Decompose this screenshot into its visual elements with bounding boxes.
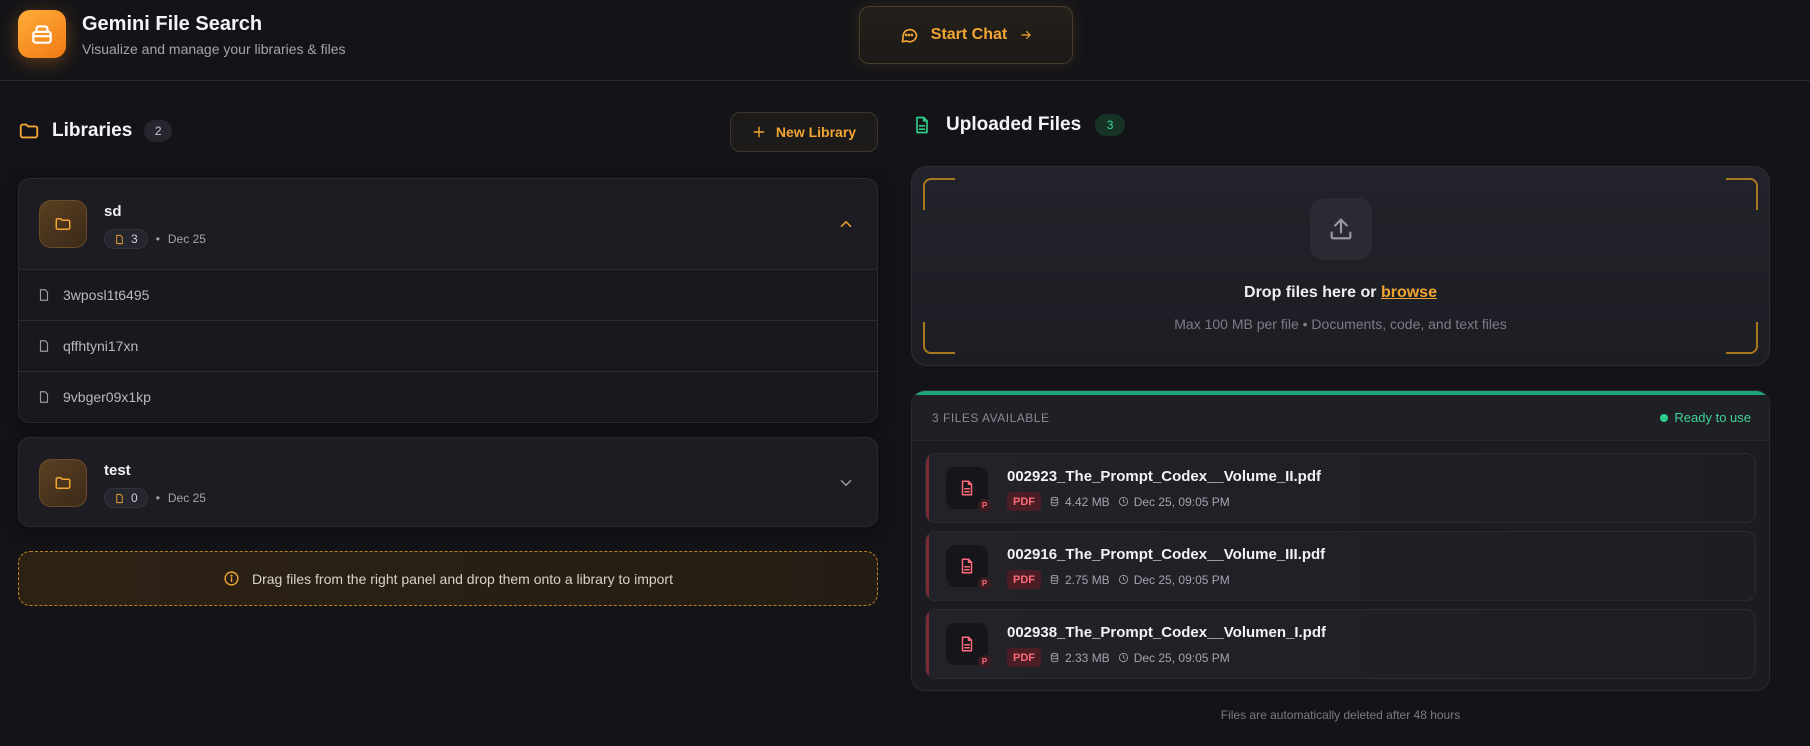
library-file-name: qffhtyni17xn	[63, 338, 139, 354]
uploaded-file-card[interactable]: P 002938_The_Prompt_Codex__Volumen_I.pdf…	[925, 609, 1756, 679]
library-file-name: 9vbger09x1kp	[63, 389, 151, 405]
folder-icon	[19, 123, 39, 139]
arrow-right-icon	[1021, 30, 1031, 40]
info-icon	[224, 571, 239, 586]
ready-status: Ready to use	[1660, 410, 1751, 425]
file-icon	[39, 289, 49, 301]
database-icon	[1050, 496, 1059, 507]
library-name: test	[104, 462, 131, 479]
files-list-panel: 3 FILES AVAILABLE Ready to use P 002923_…	[911, 390, 1770, 691]
app-logo	[18, 10, 66, 58]
libraries-title: Libraries	[52, 120, 133, 141]
uploaded-files-count-badge: 3	[1095, 114, 1126, 136]
library-date: Dec 25	[167, 491, 206, 505]
library-file-count: 3	[104, 229, 148, 249]
pdf-document-icon	[961, 636, 973, 652]
document-icon	[916, 116, 928, 134]
library-file-row[interactable]: 9vbger09x1kp	[19, 371, 877, 422]
pdf-document-icon	[961, 558, 973, 574]
file-meta: PDF 2.33 MB Dec 25, 09:05 PM	[1007, 648, 1230, 667]
database-icon	[1050, 574, 1059, 585]
library-file-row[interactable]: 3wposl1t6495	[19, 269, 877, 320]
file-size: 2.33 MB	[1065, 650, 1110, 665]
pdf-document-icon	[961, 480, 973, 496]
app-title: Gemini File Search	[82, 13, 263, 35]
file-meta: PDF 4.42 MB Dec 25, 09:05 PM	[1007, 492, 1230, 511]
file-type-letter-badge: P	[978, 655, 991, 668]
folder-icon	[55, 218, 71, 230]
libraries-heading: Libraries 2	[18, 120, 173, 142]
chat-bubble-icon	[901, 28, 918, 43]
dropzone-subtitle: Max 100 MB per file • Documents, code, a…	[1174, 316, 1507, 332]
file-type-letter-badge: P	[978, 577, 991, 590]
file-dropzone[interactable]: Drop files here or browse Max 100 MB per…	[911, 166, 1770, 366]
uploaded-file-card[interactable]: P 002923_The_Prompt_Codex__Volume_II.pdf…	[925, 453, 1756, 523]
archive-icon	[32, 25, 52, 44]
file-meta: PDF 2.75 MB Dec 25, 09:05 PM	[1007, 570, 1230, 589]
drag-hint-text: Drag files from the right panel and drop…	[252, 570, 673, 587]
clock-icon	[1118, 496, 1128, 507]
file-icon	[39, 391, 49, 403]
file-type-badge: PDF	[1007, 492, 1041, 511]
file-type-badge: PDF	[1007, 648, 1041, 667]
library-header[interactable]: test 0 • Dec 25	[19, 438, 877, 526]
status-dot	[1660, 413, 1669, 422]
library-file-name: 3wposl1t6495	[63, 287, 150, 303]
start-chat-label: Start Chat	[930, 26, 1008, 43]
file-type-badge: PDF	[1007, 570, 1041, 589]
library-meta: 3 • Dec 25	[104, 229, 206, 249]
file-date: Dec 25, 09:05 PM	[1133, 494, 1230, 509]
start-chat-button[interactable]: Start Chat	[859, 6, 1073, 64]
library-meta: 0 • Dec 25	[104, 488, 206, 508]
uploaded-files-title: Uploaded Files	[946, 114, 1082, 135]
library-date: Dec 25	[167, 232, 206, 246]
library-name: sd	[104, 203, 122, 220]
drag-drop-hint: Drag files from the right panel and drop…	[18, 551, 878, 606]
library-card[interactable]: test 0 • Dec 25	[18, 437, 878, 527]
files-list-header: 3 FILES AVAILABLE Ready to use	[912, 395, 1769, 441]
clock-icon	[1118, 652, 1128, 663]
upload-icon-box	[1310, 198, 1372, 260]
file-name: 002938_The_Prompt_Codex__Volumen_I.pdf	[1007, 624, 1326, 641]
library-folder-badge	[39, 200, 87, 248]
file-size: 2.75 MB	[1065, 572, 1110, 587]
clock-icon	[1118, 574, 1128, 585]
libraries-count-badge: 2	[144, 120, 173, 142]
app-header: Gemini File Search Visualize and manage …	[0, 0, 1810, 81]
new-library-button[interactable]: New Library	[730, 112, 878, 152]
library-header[interactable]: sd 3 • Dec 25	[19, 179, 877, 269]
file-type-letter-badge: P	[978, 499, 991, 512]
file-date: Dec 25, 09:05 PM	[1133, 572, 1230, 587]
file-name: 002916_The_Prompt_Codex__Volume_III.pdf	[1007, 546, 1326, 563]
file-icon	[116, 493, 123, 503]
browse-link[interactable]: browse	[1381, 284, 1437, 301]
file-size: 4.42 MB	[1065, 494, 1110, 509]
folder-icon	[55, 477, 71, 489]
library-folder-badge	[39, 459, 87, 507]
dropzone-title: Drop files here or browse	[1244, 284, 1437, 301]
uploaded-files-heading: Uploaded Files 3	[912, 114, 1126, 136]
library-file-count: 0	[104, 488, 148, 508]
file-name: 002923_The_Prompt_Codex__Volume_II.pdf	[1007, 468, 1322, 485]
file-date: Dec 25, 09:05 PM	[1133, 650, 1230, 665]
auto-delete-note: Files are automatically deleted after 48…	[1220, 708, 1461, 722]
plus-icon	[753, 126, 765, 138]
chevron-down-icon[interactable]	[837, 474, 855, 492]
new-library-label: New Library	[775, 124, 857, 140]
app-subtitle: Visualize and manage your libraries & fi…	[82, 41, 346, 57]
file-icon	[39, 340, 49, 352]
uploaded-file-card[interactable]: P 002916_The_Prompt_Codex__Volume_III.pd…	[925, 531, 1756, 601]
library-card[interactable]: sd 3 • Dec 25 3wposl1t6495 qffhtyni17xn …	[18, 178, 878, 423]
chevron-up-icon[interactable]	[837, 215, 855, 233]
file-icon	[116, 234, 123, 244]
database-icon	[1050, 652, 1059, 663]
upload-icon	[1330, 218, 1352, 240]
library-file-row[interactable]: qffhtyni17xn	[19, 320, 877, 371]
files-available-label: 3 FILES AVAILABLE	[932, 411, 1050, 425]
